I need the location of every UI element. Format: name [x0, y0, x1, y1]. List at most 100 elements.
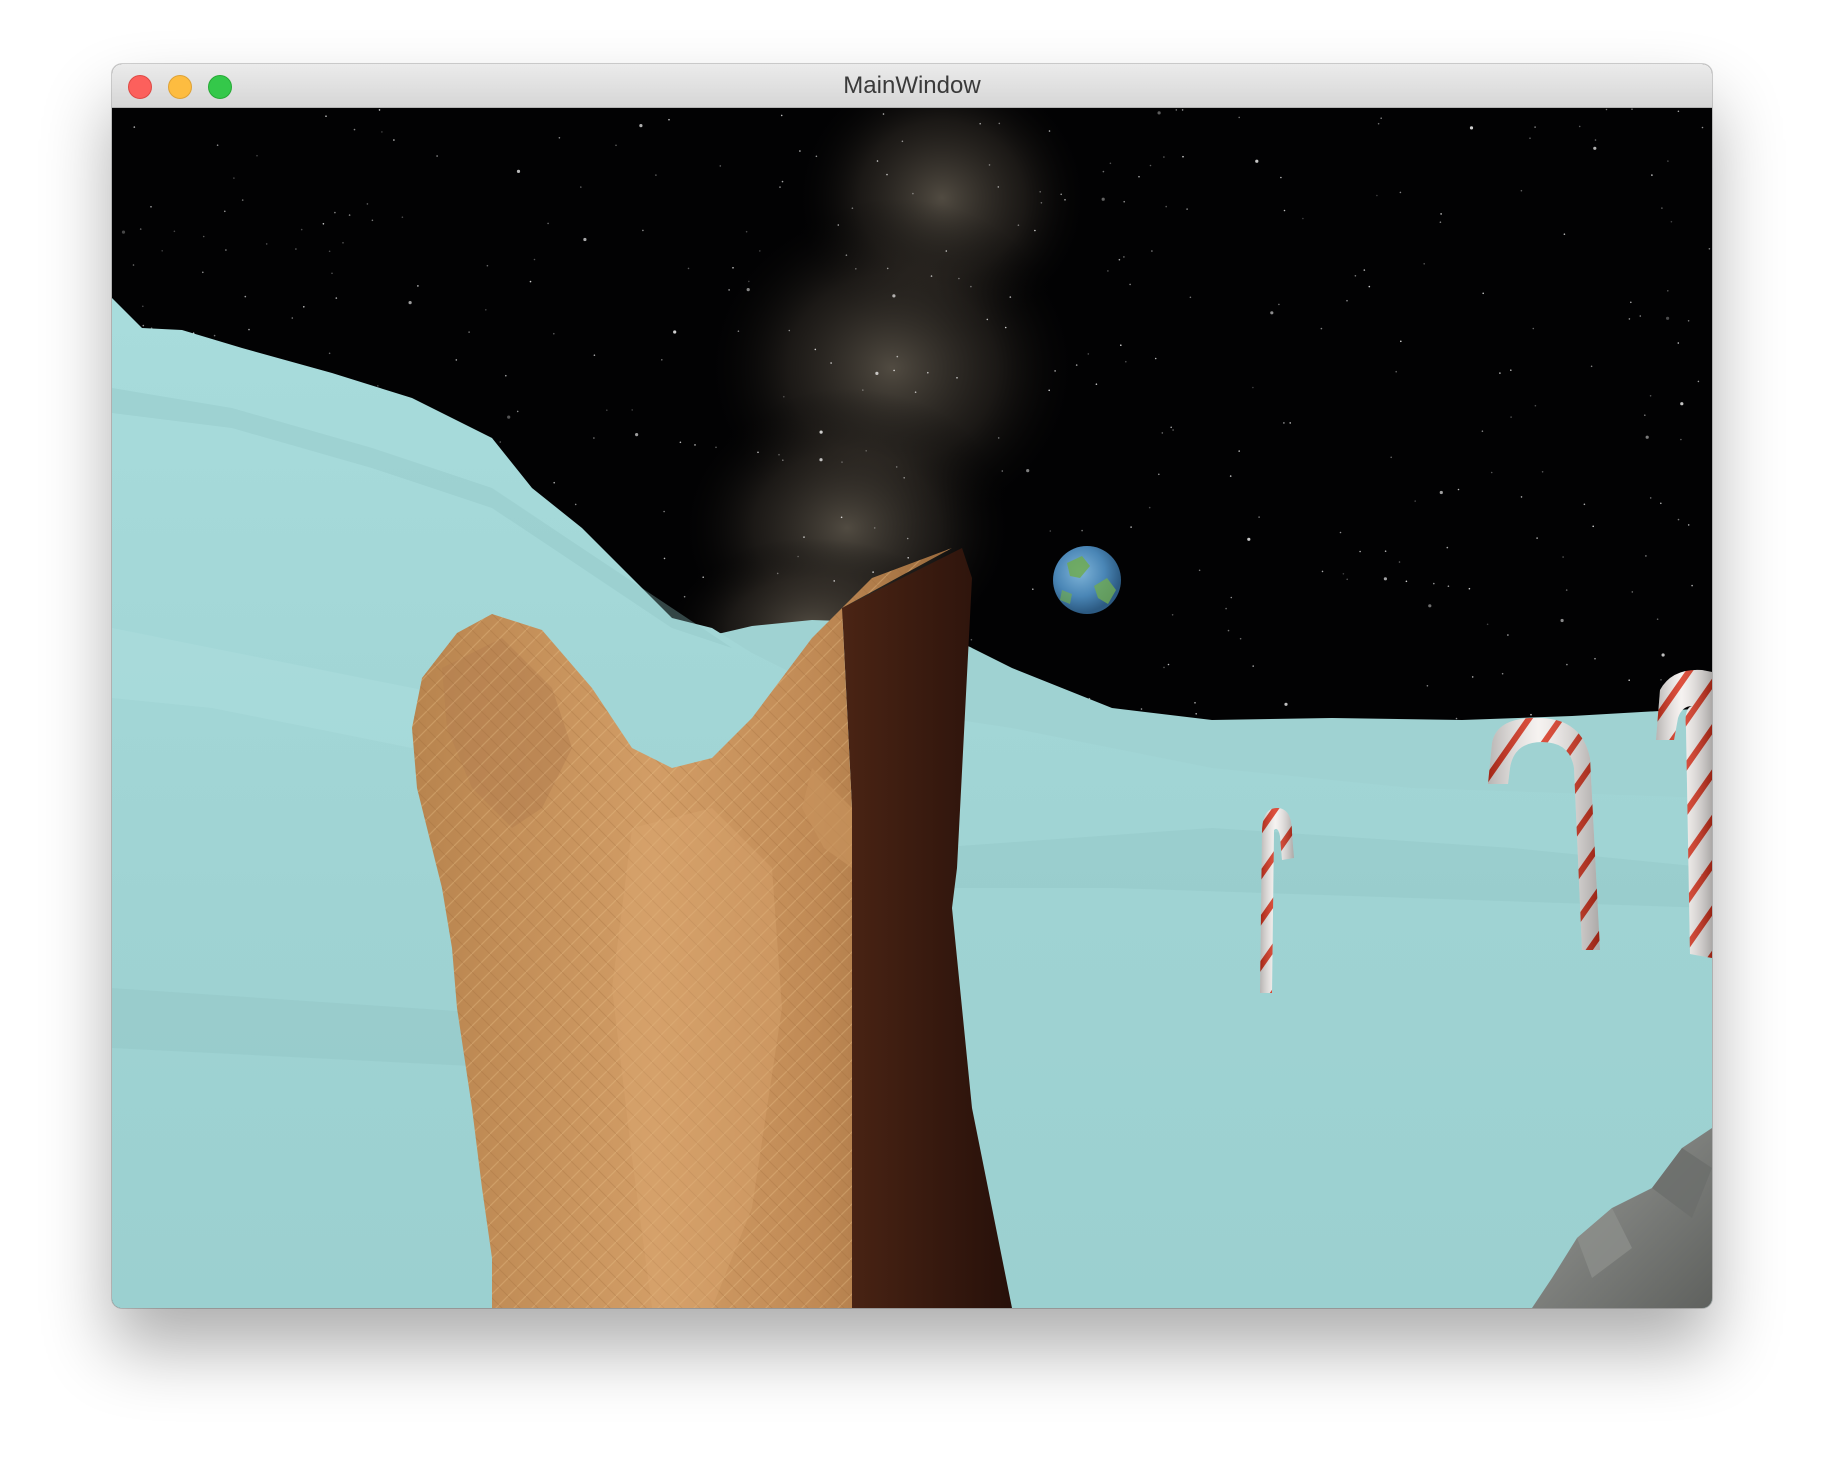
star — [1101, 197, 1105, 201]
star — [635, 433, 639, 437]
star — [781, 180, 784, 183]
star — [819, 458, 823, 462]
star — [132, 264, 135, 266]
star — [988, 164, 991, 166]
star — [202, 235, 205, 238]
star — [133, 126, 136, 128]
star — [507, 415, 511, 419]
star — [213, 334, 216, 337]
scene-canvas[interactable] — [112, 108, 1712, 1308]
star — [1359, 550, 1361, 553]
star — [1130, 526, 1132, 528]
star — [728, 289, 730, 291]
star — [1017, 224, 1020, 226]
star — [533, 258, 536, 261]
star — [715, 446, 717, 449]
star — [381, 131, 383, 133]
star — [1040, 202, 1043, 204]
star — [1630, 301, 1632, 304]
star — [1631, 591, 1634, 593]
star — [1439, 490, 1443, 495]
star — [248, 328, 250, 331]
star — [956, 377, 958, 379]
earth-planet — [1053, 546, 1121, 614]
star — [1227, 629, 1230, 632]
star — [161, 250, 163, 252]
star — [1594, 139, 1597, 141]
star — [505, 374, 507, 377]
star — [1501, 672, 1504, 675]
star — [748, 280, 750, 283]
star — [265, 243, 268, 245]
star — [1639, 315, 1642, 317]
star — [1446, 546, 1449, 549]
star — [499, 441, 502, 443]
star — [1541, 471, 1544, 473]
star — [378, 109, 381, 111]
star — [788, 329, 791, 332]
star — [1677, 342, 1680, 344]
star — [1701, 126, 1704, 129]
star — [661, 359, 663, 361]
star — [1087, 353, 1090, 355]
star — [417, 285, 419, 287]
star — [1520, 496, 1523, 498]
title-bar[interactable]: MainWindow — [112, 64, 1712, 108]
star — [150, 206, 152, 208]
star — [1163, 156, 1165, 158]
star — [1125, 360, 1127, 363]
star — [1565, 589, 1568, 591]
game-viewport[interactable] — [112, 108, 1712, 1308]
star — [1238, 450, 1240, 452]
star — [780, 114, 783, 117]
star — [1471, 676, 1474, 678]
star — [353, 128, 356, 131]
star — [615, 144, 617, 147]
star — [485, 309, 487, 311]
star — [121, 230, 126, 234]
star — [759, 250, 761, 252]
star — [1708, 248, 1711, 250]
star — [776, 572, 779, 575]
star — [663, 510, 665, 513]
star — [702, 576, 704, 578]
star — [1383, 577, 1387, 581]
star — [547, 222, 549, 225]
star — [1171, 614, 1174, 616]
star — [1004, 326, 1007, 329]
star — [986, 318, 989, 321]
star — [342, 242, 344, 244]
star — [873, 527, 876, 529]
star — [1102, 170, 1105, 173]
star — [1186, 208, 1188, 210]
star — [1426, 685, 1429, 687]
star — [927, 371, 929, 374]
star — [1532, 327, 1535, 330]
star — [1433, 582, 1435, 585]
star — [300, 228, 303, 231]
star — [1095, 383, 1098, 386]
star — [631, 409, 633, 411]
star — [778, 453, 780, 456]
star — [1423, 263, 1425, 265]
star — [1490, 471, 1493, 474]
star — [142, 324, 145, 327]
star — [328, 352, 331, 355]
star — [895, 466, 898, 468]
star — [819, 430, 823, 434]
star — [997, 186, 1000, 188]
star — [1534, 126, 1536, 128]
star — [1631, 108, 1633, 110]
star — [1194, 702, 1196, 704]
star — [1048, 130, 1051, 132]
star — [593, 437, 595, 439]
star — [1032, 588, 1034, 590]
star — [1670, 220, 1673, 223]
star — [1520, 189, 1523, 192]
star — [436, 155, 438, 157]
star — [1566, 663, 1568, 666]
star — [1049, 530, 1052, 532]
star — [1255, 159, 1259, 163]
star — [1414, 500, 1416, 502]
star — [593, 354, 596, 356]
